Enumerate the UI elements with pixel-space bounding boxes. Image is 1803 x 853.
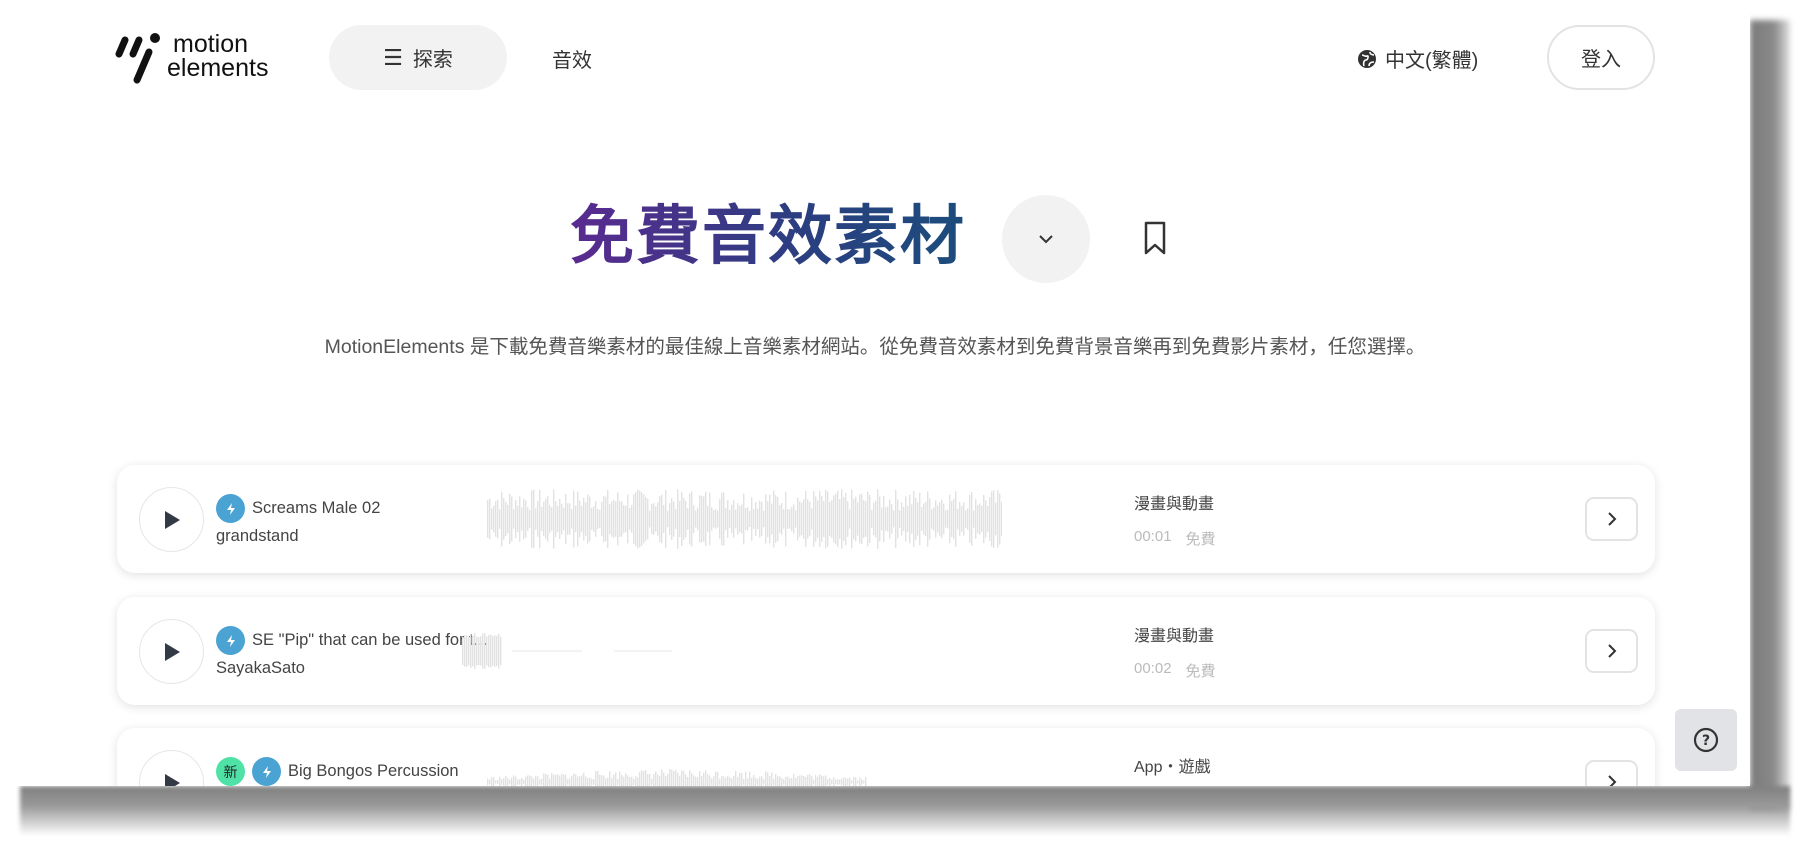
track-card[interactable]: SE "Pip" that can be used for t... Sayak… xyxy=(117,597,1655,705)
logo-mark-icon xyxy=(115,33,160,84)
track-title[interactable]: Screams Male 02 xyxy=(252,499,380,518)
globe-icon xyxy=(1358,49,1376,68)
track-detail-button[interactable] xyxy=(1585,497,1638,541)
play-button[interactable] xyxy=(139,750,204,786)
play-icon xyxy=(164,642,180,661)
track-card[interactable]: 新 Big Bongos Percussion App・遊戲 xyxy=(117,728,1655,786)
logo[interactable]: motion elements xyxy=(115,28,280,88)
track-price: 免費 xyxy=(1185,663,1216,680)
track-category[interactable]: App・遊戲 xyxy=(1134,753,1210,777)
new-badge: 新 xyxy=(216,757,245,786)
track-duration: 00:01 xyxy=(1134,528,1172,545)
track-card[interactable]: Screams Male 02 grandstand 漫畫與動畫 00:01 免費 xyxy=(117,465,1655,573)
track-title[interactable]: SE "Pip" that can be used for t... xyxy=(252,631,488,650)
page: motion elements ☰ 探索 音效 中文(繁體) 登入 免費音效素材… xyxy=(0,0,1750,786)
track-category[interactable]: 漫畫與動畫 xyxy=(1134,622,1214,646)
logo-text: elements xyxy=(167,54,269,82)
help-button[interactable]: ? xyxy=(1675,709,1737,771)
play-icon xyxy=(164,510,180,529)
lightning-badge-icon xyxy=(252,757,281,786)
lightning-badge-icon xyxy=(216,626,245,655)
track-price: 免費 xyxy=(1185,531,1216,548)
track-detail-button[interactable] xyxy=(1585,629,1638,673)
track-author[interactable]: SayakaSato xyxy=(216,659,305,678)
svg-text:?: ? xyxy=(1702,733,1710,749)
login-button[interactable]: 登入 xyxy=(1547,25,1655,90)
nav-sound-effects[interactable]: 音效 xyxy=(552,44,592,73)
track-category[interactable]: 漫畫與動畫 xyxy=(1134,490,1214,514)
play-button[interactable] xyxy=(139,619,204,684)
track-duration: 00:02 xyxy=(1134,660,1172,677)
language-selector[interactable]: 中文(繁體) xyxy=(1357,44,1478,73)
question-circle-icon: ? xyxy=(1693,727,1719,753)
window-shadow xyxy=(1750,20,1790,810)
language-label: 中文(繁體) xyxy=(1385,50,1479,72)
waveform[interactable] xyxy=(487,752,867,786)
window-shadow xyxy=(20,786,1790,836)
page-description: MotionElements 是下載免費音樂素材的最佳線上音樂素材網站。從免費音… xyxy=(324,336,1426,358)
chevron-down-icon xyxy=(1039,235,1053,244)
track-author[interactable]: grandstand xyxy=(216,527,299,546)
track-title[interactable]: Big Bongos Percussion xyxy=(288,762,459,781)
explore-label: 探索 xyxy=(412,49,453,71)
waveform[interactable] xyxy=(487,489,1002,549)
bookmark-button[interactable] xyxy=(1140,220,1170,261)
menu-icon: ☰ xyxy=(383,44,403,70)
chevron-right-icon xyxy=(1607,644,1616,658)
waveform[interactable] xyxy=(462,621,672,681)
chevron-right-icon xyxy=(1607,775,1616,786)
lightning-badge-icon xyxy=(216,494,245,523)
title-dropdown-button[interactable] xyxy=(1002,195,1090,283)
page-title: 免費音效素材 xyxy=(570,195,966,277)
bookmark-icon xyxy=(1144,221,1166,255)
play-button[interactable] xyxy=(139,487,204,552)
play-icon xyxy=(164,773,180,786)
chevron-right-icon xyxy=(1607,512,1616,526)
explore-button[interactable]: ☰ 探索 xyxy=(329,25,507,90)
track-detail-button[interactable] xyxy=(1585,760,1638,786)
